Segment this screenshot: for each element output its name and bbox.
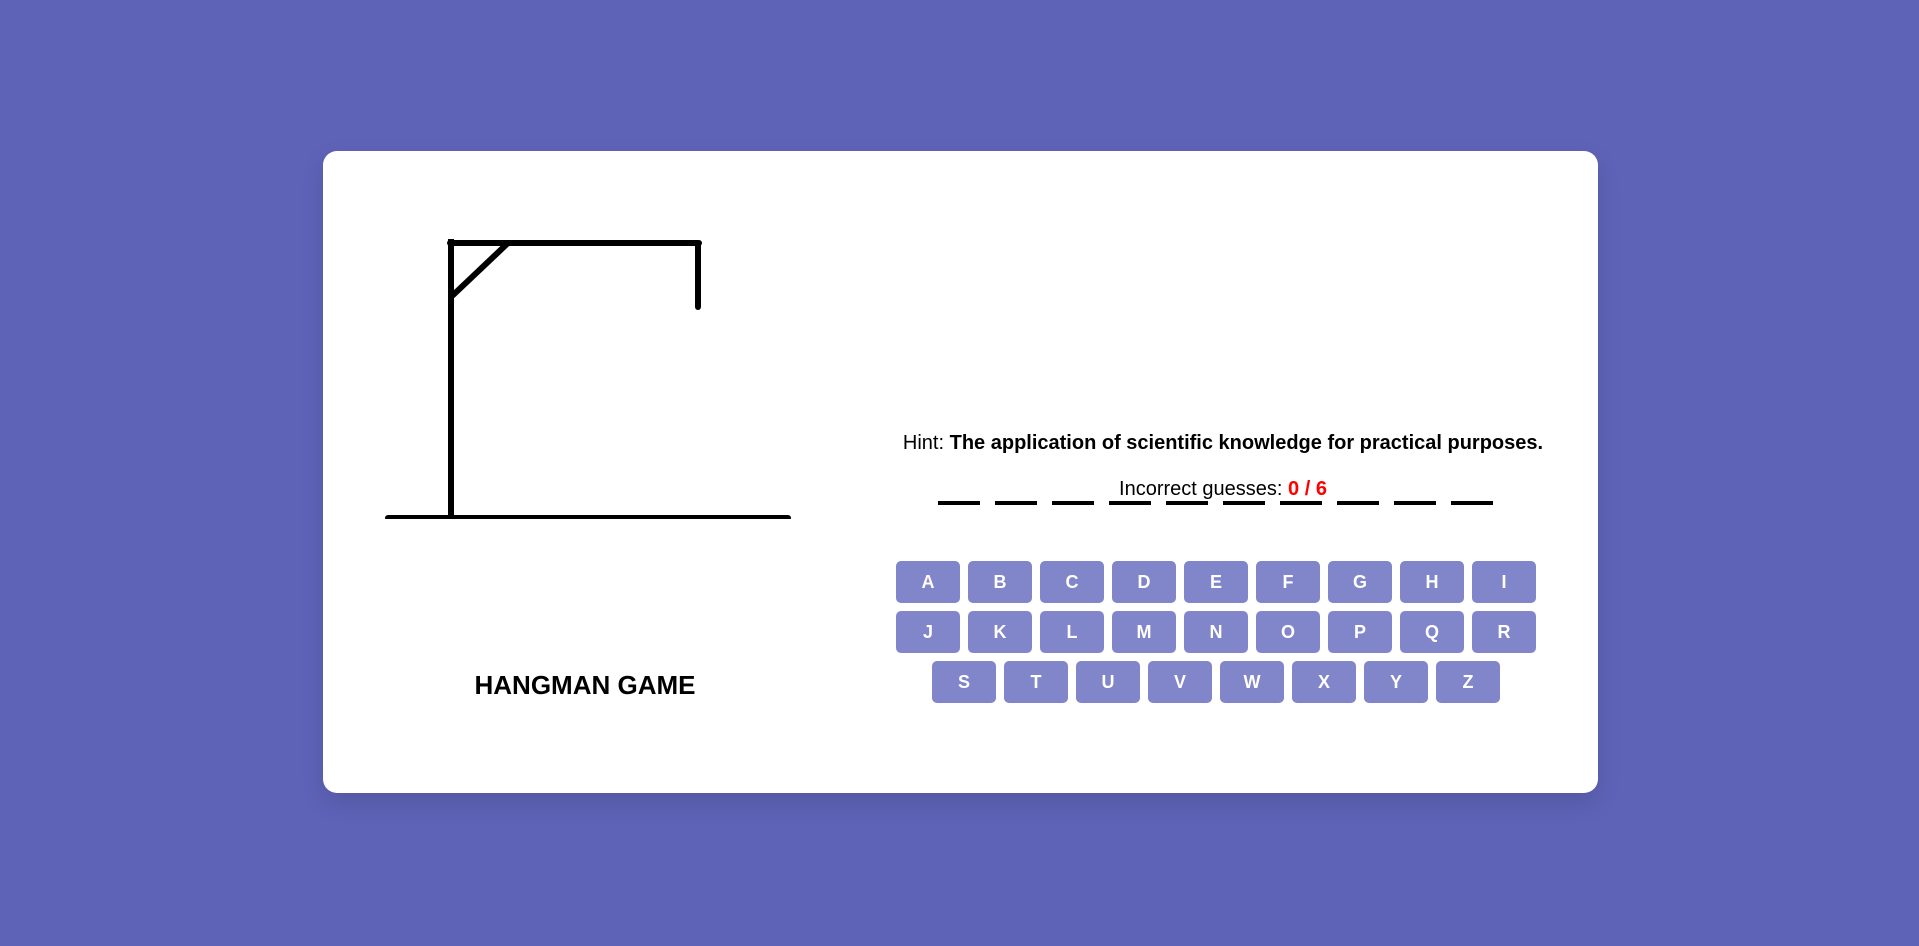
letter-blank — [1394, 501, 1436, 505]
guesses-label: Incorrect guesses: — [1119, 478, 1283, 500]
letter-blank — [1052, 501, 1094, 505]
word-display — [938, 501, 1538, 505]
key-i[interactable]: I — [1472, 561, 1536, 603]
letter-blank — [1166, 501, 1208, 505]
key-x[interactable]: X — [1292, 661, 1356, 703]
hint: Hint: The application of scientific know… — [898, 432, 1548, 455]
key-y[interactable]: Y — [1364, 661, 1428, 703]
hangman-gallows — [383, 239, 803, 519]
key-p[interactable]: P — [1328, 611, 1392, 653]
key-n[interactable]: N — [1184, 611, 1248, 653]
key-r[interactable]: R — [1472, 611, 1536, 653]
gallows-brace — [448, 240, 511, 300]
hint-label: Hint: — [902, 432, 945, 454]
key-s[interactable]: S — [932, 661, 996, 703]
letter-blank — [1223, 501, 1265, 505]
guesses-count: 0 / 6 — [1288, 478, 1327, 500]
letter-blank — [938, 501, 980, 505]
key-a[interactable]: A — [896, 561, 960, 603]
key-e[interactable]: E — [1184, 561, 1248, 603]
key-c[interactable]: C — [1040, 561, 1104, 603]
letter-blank — [995, 501, 1037, 505]
letter-blank — [1451, 501, 1493, 505]
key-l[interactable]: L — [1040, 611, 1104, 653]
key-o[interactable]: O — [1256, 611, 1320, 653]
key-q[interactable]: Q — [1400, 611, 1464, 653]
keyboard-row-3: STUVWXYZ — [932, 661, 1536, 703]
key-u[interactable]: U — [1076, 661, 1140, 703]
gallows-drawing — [385, 239, 791, 519]
key-z[interactable]: Z — [1436, 661, 1500, 703]
letter-keyboard: ABCDEFGHI JKLMNOPQR STUVWXYZ — [896, 561, 1536, 711]
letter-blank — [1337, 501, 1379, 505]
key-b[interactable]: B — [968, 561, 1032, 603]
key-f[interactable]: F — [1256, 561, 1320, 603]
key-t[interactable]: T — [1004, 661, 1068, 703]
game-title: HANGMAN GAME — [474, 670, 696, 700]
game-card: HANGMAN GAME Hint: The application of sc… — [323, 151, 1598, 793]
key-g[interactable]: G — [1328, 561, 1392, 603]
key-j[interactable]: J — [896, 611, 960, 653]
key-d[interactable]: D — [1112, 561, 1176, 603]
letter-blank — [1109, 501, 1151, 505]
key-v[interactable]: V — [1148, 661, 1212, 703]
keyboard-row-1: ABCDEFGHI — [896, 561, 1536, 603]
hint-text: The application of scientific knowledge … — [949, 432, 1544, 454]
key-m[interactable]: M — [1112, 611, 1176, 653]
letter-blank — [1280, 501, 1322, 505]
keyboard-row-2: JKLMNOPQR — [896, 611, 1536, 653]
key-w[interactable]: W — [1220, 661, 1284, 703]
incorrect-guesses: Incorrect guesses: 0 / 6 — [898, 478, 1548, 501]
key-h[interactable]: H — [1400, 561, 1464, 603]
key-k[interactable]: K — [968, 611, 1032, 653]
